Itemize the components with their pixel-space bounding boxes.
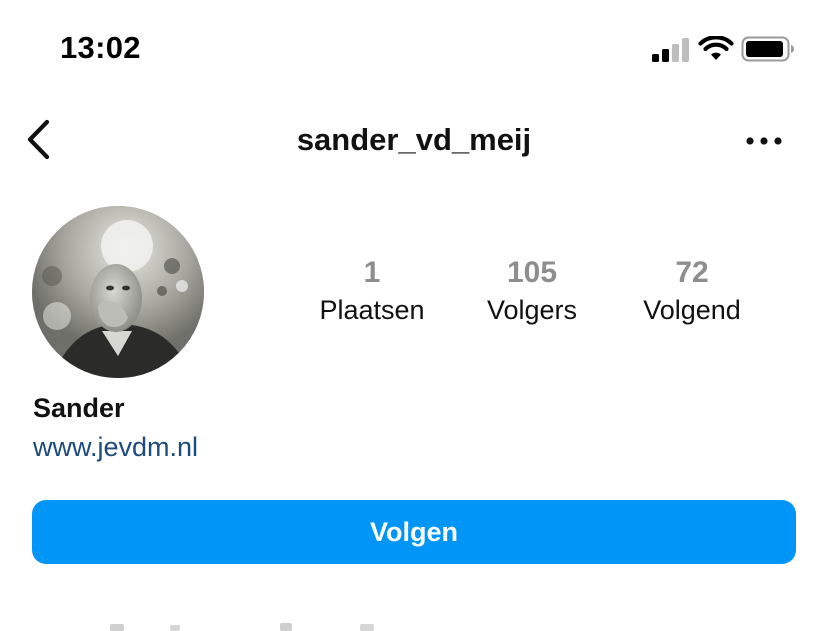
followers-count: 105 [506, 256, 558, 289]
avatar-photo [32, 206, 204, 378]
profile-name: Sander [33, 393, 125, 423]
website-link[interactable]: www.jevdm.nl [33, 432, 198, 463]
stat-following[interactable]: 72 Volgend [617, 255, 767, 327]
battery-icon [741, 36, 794, 62]
followers-label: Volgers [486, 295, 578, 325]
profile-screen: 13:02 sander_vd_meij 1 Plaatsen 105 Volg… [0, 0, 828, 631]
page-title: sander_vd_meij [296, 122, 532, 157]
posts-label: Plaatsen [319, 295, 425, 325]
following-count: 72 [675, 256, 709, 289]
signal-icon [652, 38, 689, 62]
wifi-icon [698, 36, 734, 60]
following-label: Volgend [643, 295, 741, 325]
avatar[interactable] [32, 206, 204, 378]
stat-followers[interactable]: 105 Volgers [457, 255, 607, 327]
more-options-button[interactable] [740, 126, 788, 156]
stat-posts[interactable]: 1 Plaatsen [297, 255, 447, 327]
follow-button[interactable]: Volgen [32, 500, 796, 564]
more-horizontal-icon [746, 137, 782, 145]
status-time: 13:02 [60, 30, 141, 65]
cut-off-content [110, 623, 374, 631]
status-bar: 13:02 [0, 0, 828, 100]
posts-count: 1 [363, 256, 381, 289]
nav-header: sander_vd_meij [0, 100, 828, 180]
